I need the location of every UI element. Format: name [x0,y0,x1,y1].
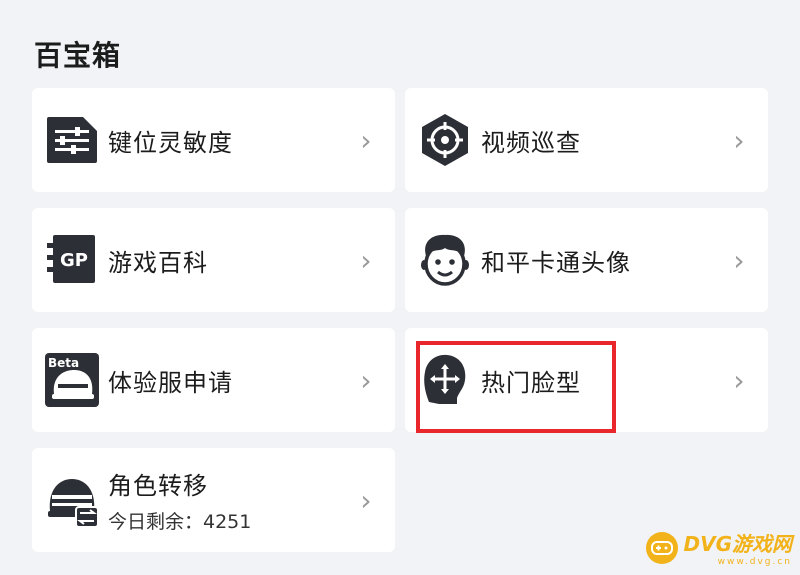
tool-label: 键位灵敏度 [108,128,233,157]
tool-beta-server-apply[interactable]: Beta 体验服申请 › [32,328,395,432]
face-move-icon [417,352,473,408]
tool-popular-faces[interactable]: 热门脸型 › [405,328,768,432]
tool-game-wiki[interactable]: GP 游戏百科 › [32,208,395,312]
watermark-name: DVG游戏网 [683,532,793,556]
chevron-right-icon: › [360,123,372,157]
beta-text: Beta [48,356,79,370]
beta-helmet-icon: Beta [44,352,100,408]
helmet-transfer-icon [44,472,100,528]
watermark: DVG游戏网 www.dvg.cn [645,528,793,567]
chevron-right-icon: › [360,243,372,277]
tool-cartoon-avatar[interactable]: 和平卡通头像 › [405,208,768,312]
sliders-icon [44,112,100,168]
tool-label: 角色转移 [108,472,208,500]
svg-text:GP: GP [60,250,88,271]
tool-label: 视频巡查 [481,128,581,157]
tool-video-patrol[interactable]: 视频巡查 › [405,88,768,192]
tool-character-transfer[interactable]: 角色转移 今日剩余：4251 › [32,448,395,552]
cartoon-avatar-icon [417,232,473,288]
remaining-count: 今日剩余：4251 [108,511,252,533]
chevron-right-icon: › [733,363,745,397]
gamepad-icon [645,531,678,564]
crosshair-target-icon [417,112,473,168]
tool-label: 热门脸型 [481,368,581,397]
gp-book-icon: GP [44,232,100,288]
chevron-right-icon: › [733,243,745,277]
tool-label: 体验服申请 [108,368,233,397]
tool-label: 和平卡通头像 [481,248,631,277]
section-title: 百宝箱 [34,39,122,72]
tool-label: 游戏百科 [108,248,208,277]
chevron-right-icon: › [360,483,372,517]
tool-key-sensitivity[interactable]: 键位灵敏度 › [32,88,395,192]
watermark-url: www.dvg.cn [717,557,792,567]
chevron-right-icon: › [733,123,745,157]
chevron-right-icon: › [360,363,372,397]
